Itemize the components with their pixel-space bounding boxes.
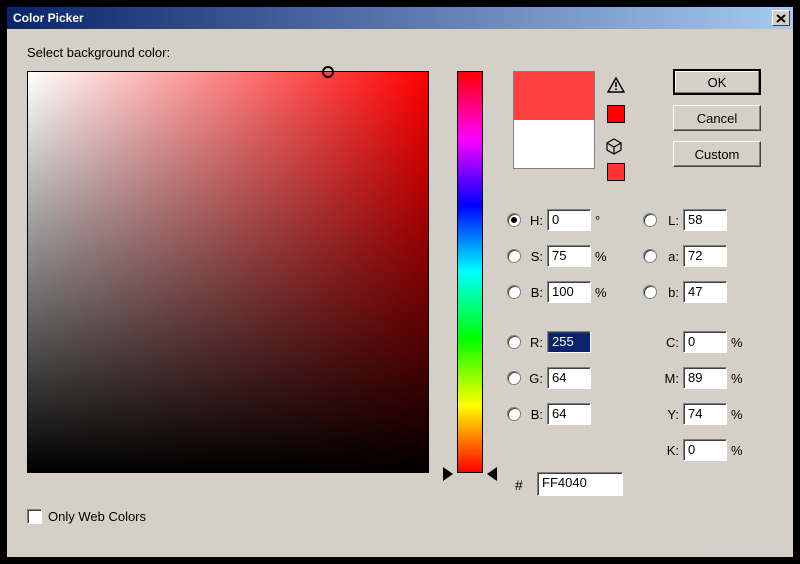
row-c: C: 0 %: [657, 329, 747, 355]
titlebar[interactable]: Color Picker: [7, 7, 793, 29]
unit-m: %: [731, 371, 747, 386]
label-bh: B:: [525, 285, 543, 300]
hue-arrow-right-icon: [487, 467, 497, 481]
row-br: B: 64: [507, 401, 611, 427]
input-bh[interactable]: 100: [547, 281, 591, 303]
radio-bh[interactable]: [507, 285, 521, 299]
row-h: H: 0 °: [507, 207, 611, 233]
unit-s: %: [595, 249, 611, 264]
row-b-lab: b: 47: [643, 279, 747, 305]
preview-new-color: [514, 72, 594, 120]
input-k[interactable]: 0: [683, 439, 727, 461]
row-a: a: 72: [643, 243, 747, 269]
color-preview: [513, 71, 595, 169]
custom-button[interactable]: Custom: [673, 141, 761, 167]
gamut-warning-icon[interactable]: [607, 77, 625, 98]
saturation-value-field[interactable]: [27, 71, 429, 473]
hex-input[interactable]: FF4040: [537, 472, 623, 496]
only-web-colors-wrap: Only Web Colors: [27, 509, 146, 524]
unit-c: %: [731, 335, 747, 350]
input-s[interactable]: 75: [547, 245, 591, 267]
hue-slider[interactable]: [457, 71, 483, 473]
close-icon: [776, 14, 786, 23]
unit-y: %: [731, 407, 747, 422]
sv-cursor-icon: [322, 66, 334, 78]
label-m: M:: [657, 371, 679, 386]
label-y: Y:: [657, 407, 679, 422]
input-y[interactable]: 74: [683, 403, 727, 425]
close-button[interactable]: [772, 10, 790, 26]
input-a[interactable]: 72: [683, 245, 727, 267]
gamut-swatch[interactable]: [607, 105, 625, 123]
label-c: C:: [657, 335, 679, 350]
label-a: a:: [661, 249, 679, 264]
input-g[interactable]: 64: [547, 367, 591, 389]
row-bh: B: 100 %: [507, 279, 611, 305]
radio-b-lab[interactable]: [643, 285, 657, 299]
label-br: B:: [525, 407, 543, 422]
unit-h: °: [595, 213, 611, 228]
row-r: R: 255: [507, 329, 611, 355]
color-picker-dialog: Color Picker Select background color: OK…: [6, 6, 794, 558]
heading-label: Select background color:: [27, 45, 170, 60]
ok-button[interactable]: OK: [673, 69, 761, 95]
only-web-colors-label: Only Web Colors: [48, 509, 146, 524]
label-b-lab: b:: [661, 285, 679, 300]
watermark-text: LO4D.com: [692, 535, 786, 556]
row-s: S: 75 %: [507, 243, 611, 269]
radio-r[interactable]: [507, 335, 521, 349]
input-b-lab[interactable]: 47: [683, 281, 727, 303]
unit-k: %: [731, 443, 747, 458]
websafe-cube-icon[interactable]: [605, 137, 623, 160]
label-r: R:: [525, 335, 543, 350]
input-br[interactable]: 64: [547, 403, 591, 425]
input-h[interactable]: 0: [547, 209, 591, 231]
row-g: G: 64: [507, 365, 611, 391]
row-l: L: 58: [643, 207, 747, 233]
unit-bh: %: [595, 285, 611, 300]
cancel-button[interactable]: Cancel: [673, 105, 761, 131]
label-k: K:: [657, 443, 679, 458]
input-r[interactable]: 255: [547, 331, 591, 353]
websafe-swatch[interactable]: [607, 163, 625, 181]
row-k: K: 0 %: [657, 437, 747, 463]
input-m[interactable]: 89: [683, 367, 727, 389]
input-c[interactable]: 0: [683, 331, 727, 353]
radio-s[interactable]: [507, 249, 521, 263]
only-web-colors-checkbox[interactable]: [27, 509, 42, 524]
row-m: M: 89 %: [657, 365, 747, 391]
label-g: G:: [525, 371, 543, 386]
input-l[interactable]: 58: [683, 209, 727, 231]
row-y: Y: 74 %: [657, 401, 747, 427]
radio-a[interactable]: [643, 249, 657, 263]
radio-br[interactable]: [507, 407, 521, 421]
window-title: Color Picker: [13, 11, 772, 25]
label-l: L:: [661, 213, 679, 228]
label-h: H:: [525, 213, 543, 228]
preview-old-color: [514, 120, 594, 168]
dialog-body: Select background color: OK Cancel Custo…: [7, 29, 793, 557]
hex-hash-label: #: [515, 477, 523, 493]
radio-h[interactable]: [507, 213, 521, 227]
hue-arrow-left-icon: [443, 467, 453, 481]
label-s: S:: [525, 249, 543, 264]
radio-g[interactable]: [507, 371, 521, 385]
radio-l[interactable]: [643, 213, 657, 227]
